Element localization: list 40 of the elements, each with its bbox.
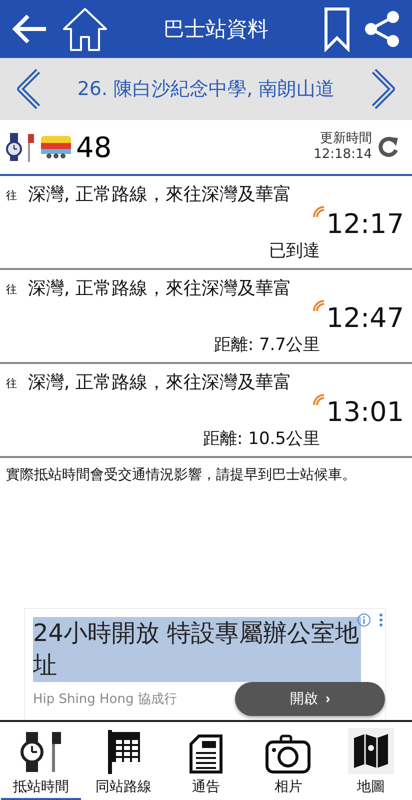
arrival-status: 已到達 [269, 240, 320, 262]
live-signal-icon [312, 298, 326, 312]
ad-banner[interactable]: 24小時開放 特設專屬辦公室地址 Hip Shing Hong 協成行 開啟 › [24, 608, 386, 720]
ad-headline: 24小時開放 特設專屬辦公室地址 [33, 617, 361, 682]
destination-text: 深灣, 正常路線，來往深灣及華富 [28, 277, 292, 301]
arrival-time: 12:47 [326, 302, 404, 334]
info-icon[interactable] [357, 613, 371, 627]
destination-text: 深灣, 正常路線，來往深灣及華富 [28, 371, 292, 395]
arrival-time: 12:17 [326, 208, 404, 240]
bookmark-button[interactable] [322, 6, 352, 52]
camera-icon [265, 734, 312, 774]
screen-title: 巴士站資料 [162, 16, 270, 43]
live-signal-icon [312, 392, 326, 406]
nav-tab[interactable]: 相片 [248, 722, 328, 800]
bus-icon [40, 134, 72, 160]
destination-text: 深灣, 正常路線，來往深灣及華富 [28, 183, 292, 207]
direction-label: 往 [6, 282, 18, 298]
home-button[interactable] [60, 5, 110, 53]
more-icon[interactable] [379, 613, 383, 627]
map-icon [348, 728, 394, 774]
nav-tab[interactable]: 地圖 [330, 722, 411, 800]
open-button[interactable]: 開啟 › [235, 682, 385, 716]
watch-and-stop-icon [4, 131, 36, 163]
document-icon [188, 734, 223, 774]
update-time: 12:18:14 [314, 147, 372, 163]
nav-tab[interactable]: 同站路線 [84, 722, 164, 800]
direction-label: 往 [6, 376, 18, 392]
update-label: 更新時間 [320, 131, 372, 147]
arrival-time: 13:01 [326, 396, 404, 428]
route-number: 48 [76, 130, 113, 164]
arrival-status: 距離: 10.5公里 [203, 428, 320, 450]
advertiser-name: Hip Shing Hong 協成行 [33, 691, 177, 708]
share-button[interactable] [362, 9, 402, 49]
nav-tab[interactable]: 抵站時間 [1, 722, 82, 800]
nav-tab[interactable]: 通告 [166, 722, 246, 800]
notice-text: 實際抵站時間會受交通情況影響，請提早到巴士站候車。 [6, 466, 357, 484]
arrival-status: 距離: 7.7公里 [214, 334, 320, 356]
stop-name: 26. 陳白沙紀念中學, 南朗山道 [76, 77, 336, 102]
direction-label: 往 [6, 188, 18, 204]
live-signal-icon [312, 204, 326, 218]
